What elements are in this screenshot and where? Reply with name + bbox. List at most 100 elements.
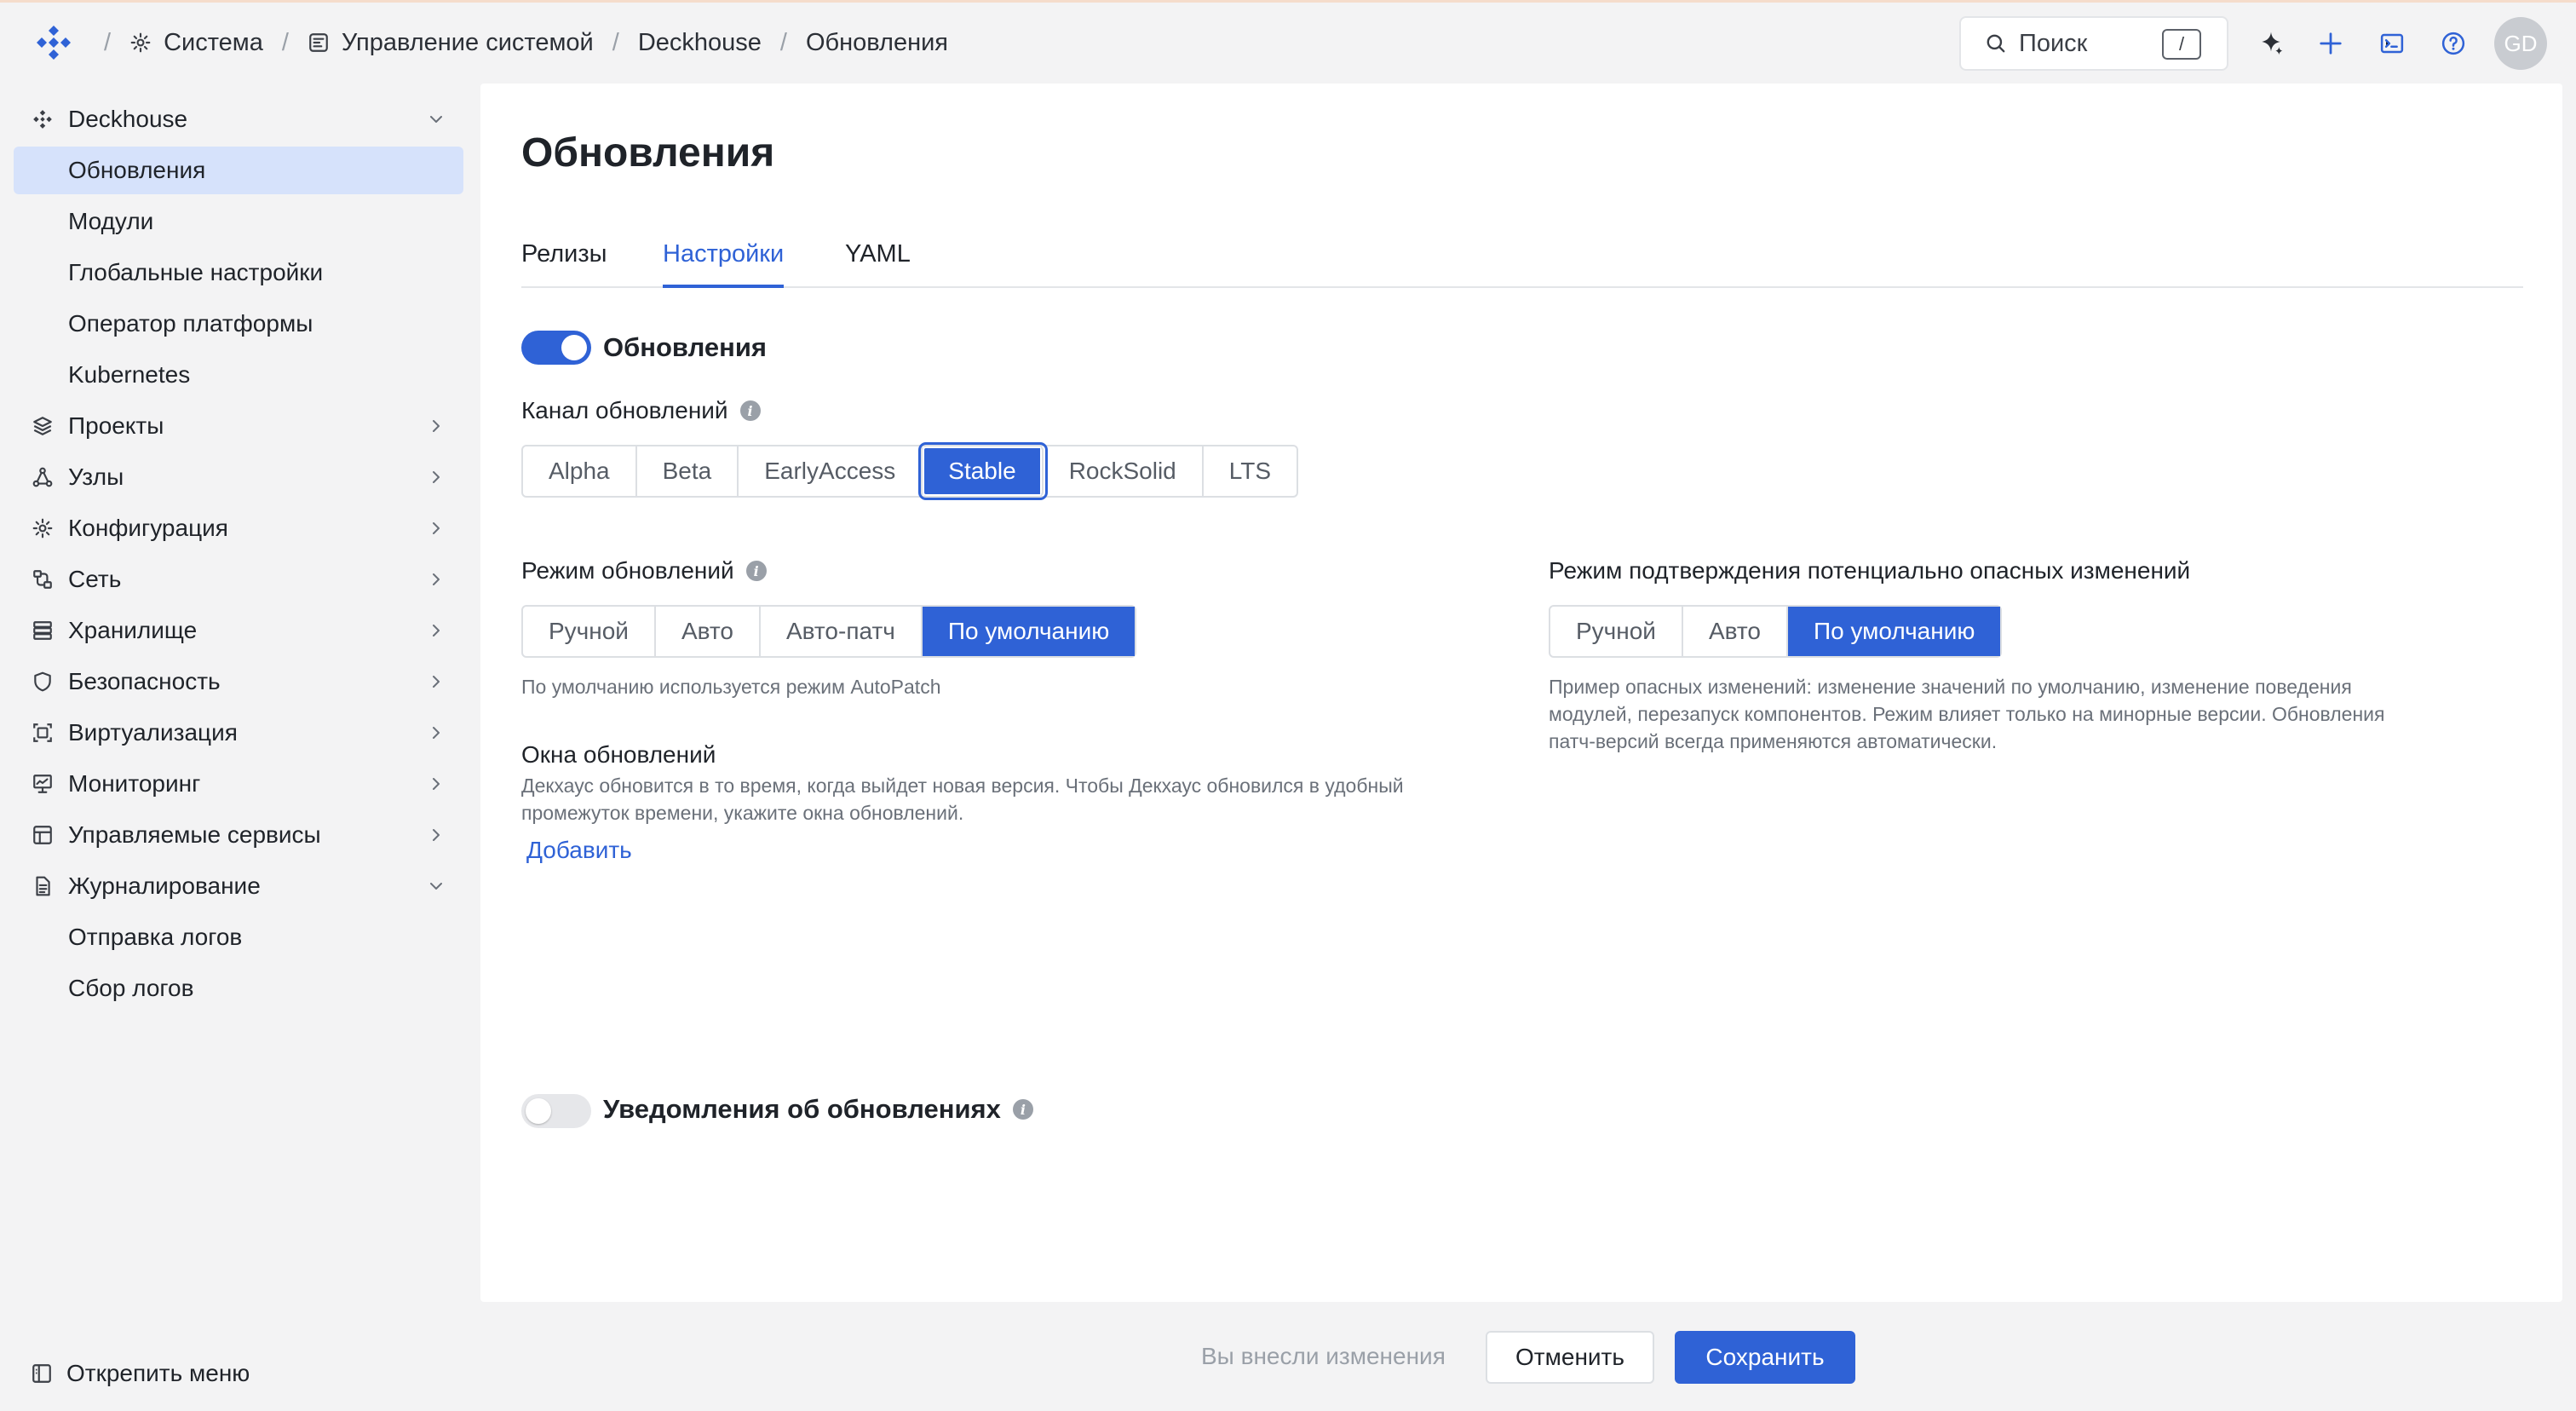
shield-icon <box>31 670 55 694</box>
disruption-mode-option-default[interactable]: По умолчанию <box>1787 607 2001 656</box>
sidebar-item-network[interactable]: Сеть <box>14 556 463 603</box>
disruption-mode-option-manual[interactable]: Ручной <box>1550 607 1683 656</box>
breadcrumb-item-system-management[interactable]: Управление системой <box>308 29 594 57</box>
storage-icon <box>31 619 55 642</box>
sidebar-item-kubernetes[interactable]: Kubernetes <box>14 351 463 399</box>
sidebar-item-projects[interactable]: Проекты <box>14 402 463 450</box>
tab-settings[interactable]: Настройки <box>663 235 785 288</box>
chevron-right-icon <box>433 676 440 688</box>
ai-sparkle-icon[interactable] <box>2257 30 2285 57</box>
sidebar-collapse-icon <box>32 1364 51 1383</box>
chevron-right-icon <box>433 471 440 483</box>
chevron-down-icon <box>430 883 442 890</box>
updates-toggle-label: Обновления <box>603 332 767 362</box>
update-mode-option-manual[interactable]: Ручной <box>523 607 656 656</box>
sidebar-item-platform-operator[interactable]: Оператор платформы <box>14 300 463 348</box>
breadcrumb-item-deckhouse[interactable]: Deckhouse <box>638 29 762 57</box>
tab-yaml[interactable]: YAML <box>845 235 911 288</box>
main-panel: Обновления Релизы Настройки YAML Обновле… <box>480 84 2562 1302</box>
sidebar-item-log-shipping[interactable]: Отправка логов <box>14 913 463 961</box>
gear-icon <box>31 516 55 540</box>
update-mode-option-autopatch[interactable]: Авто-патч <box>761 607 923 656</box>
dashboard-icon <box>309 33 328 52</box>
channel-option-lts[interactable]: LTS <box>1204 446 1297 496</box>
disruption-mode-segmented-control: Ручной Авто По умолчанию <box>1549 605 2003 658</box>
tab-bar: Релизы Настройки YAML <box>521 235 2523 288</box>
update-windows-hint: Декхаус обновится в то время, когда выйд… <box>521 775 1404 824</box>
sidebar-item-virtualization[interactable]: Виртуализация <box>14 709 463 757</box>
updates-toggle[interactable] <box>521 331 591 365</box>
breadcrumb-item-system[interactable]: Система <box>129 29 263 57</box>
sidebar-item-log-collection[interactable]: Сбор логов <box>14 965 463 1012</box>
breadcrumb-separator: / <box>281 28 289 56</box>
channel-option-alpha[interactable]: Alpha <box>523 446 637 496</box>
chevron-right-icon <box>433 522 440 534</box>
page-title: Обновления <box>521 130 775 176</box>
terminal-icon[interactable] <box>2378 30 2406 57</box>
breadcrumb: / Система / Управление системой / Deckho… <box>85 3 948 83</box>
breadcrumb-item-updates: Обновления <box>805 28 948 56</box>
add-update-window-link[interactable]: Добавить <box>526 837 632 864</box>
sidebar-item-monitoring[interactable]: Мониторинг <box>14 760 463 808</box>
channel-option-earlyaccess[interactable]: EarlyAccess <box>739 446 923 496</box>
sidebar-item-updates[interactable]: Обновления <box>14 147 463 194</box>
sidebar-item-modules[interactable]: Модули <box>14 198 463 245</box>
info-icon[interactable]: i <box>745 561 767 581</box>
deckhouse-logo-icon[interactable] <box>34 23 73 62</box>
gear-icon <box>130 32 151 53</box>
chevron-right-icon <box>433 727 440 739</box>
services-icon <box>31 823 55 847</box>
update-mode-option-default[interactable]: По умолчанию <box>922 607 1136 656</box>
tab-releases[interactable]: Релизы <box>521 235 607 288</box>
chevron-right-icon <box>433 420 440 432</box>
sidebar-item-managed-services[interactable]: Управляемые сервисы <box>14 811 463 859</box>
sidebar-item-security[interactable]: Безопасность <box>14 658 463 706</box>
chevron-right-icon <box>433 829 440 841</box>
virtualization-icon <box>31 721 55 745</box>
channel-label: Канал обновлений i <box>521 397 761 424</box>
monitoring-icon <box>31 772 55 796</box>
channel-segmented-control: Alpha Beta EarlyAccess Stable RockSolid … <box>521 442 1299 500</box>
update-mode-label: Режим обновлений i <box>521 557 767 585</box>
breadcrumb-separator: / <box>612 28 619 56</box>
toggle-knob <box>561 335 587 360</box>
update-windows-label: Окна обновлений <box>521 741 716 768</box>
add-icon[interactable] <box>2317 30 2344 57</box>
chevron-right-icon <box>433 778 440 790</box>
disruption-mode-label: Режим подтверждения потенциально опасных… <box>1549 557 2191 584</box>
channel-option-beta[interactable]: Beta <box>637 446 739 496</box>
breadcrumb-separator: / <box>104 28 112 56</box>
notifications-toggle-label: Уведомления об обновлениях i <box>603 1094 1033 1125</box>
help-icon[interactable] <box>2440 30 2467 57</box>
search-input[interactable]: Поиск / <box>1959 16 2228 71</box>
cancel-button[interactable]: Отменить <box>1486 1331 1654 1384</box>
network-icon <box>31 567 55 591</box>
channel-option-rocksolid[interactable]: RockSolid <box>1044 446 1204 496</box>
update-mode-option-auto[interactable]: Авто <box>656 607 761 656</box>
chevron-down-icon <box>430 116 442 123</box>
sidebar-item-global-settings[interactable]: Глобальные настройки <box>14 249 463 297</box>
sidebar-item-storage[interactable]: Хранилище <box>14 607 463 654</box>
unpin-menu-button[interactable]: Открепить меню <box>31 1360 250 1387</box>
sidebar-item-nodes[interactable]: Узлы <box>14 453 463 501</box>
sidebar-item-deckhouse[interactable]: Deckhouse <box>14 95 463 143</box>
search-shortcut-key: / <box>2162 29 2201 60</box>
info-icon[interactable]: i <box>739 400 761 421</box>
save-button[interactable]: Сохранить <box>1675 1331 1855 1384</box>
info-icon[interactable]: i <box>1012 1099 1033 1120</box>
unsaved-changes-text: Вы внесли изменения <box>1201 1343 1446 1369</box>
update-mode-segmented-control: Ручной Авто Авто-патч По умолчанию <box>521 605 1137 658</box>
top-header: / Система / Управление системой / Deckho… <box>0 3 2576 83</box>
disruption-mode-option-auto[interactable]: Авто <box>1683 607 1788 656</box>
disruption-mode-hint: Пример опасных изменений: изменение знач… <box>1549 676 2385 752</box>
sidebar-item-configuration[interactable]: Конфигурация <box>14 504 463 552</box>
layers-icon <box>31 414 55 438</box>
nodes-icon <box>31 465 55 489</box>
search-placeholder: Поиск <box>2019 29 2088 57</box>
chevron-right-icon <box>433 573 440 585</box>
notifications-toggle[interactable] <box>521 1094 591 1128</box>
avatar[interactable]: GD <box>2494 17 2547 70</box>
sidebar-item-logging[interactable]: Журналирование <box>14 862 463 910</box>
search-icon <box>1987 34 2005 53</box>
channel-option-stable[interactable]: Stable <box>918 442 1048 500</box>
